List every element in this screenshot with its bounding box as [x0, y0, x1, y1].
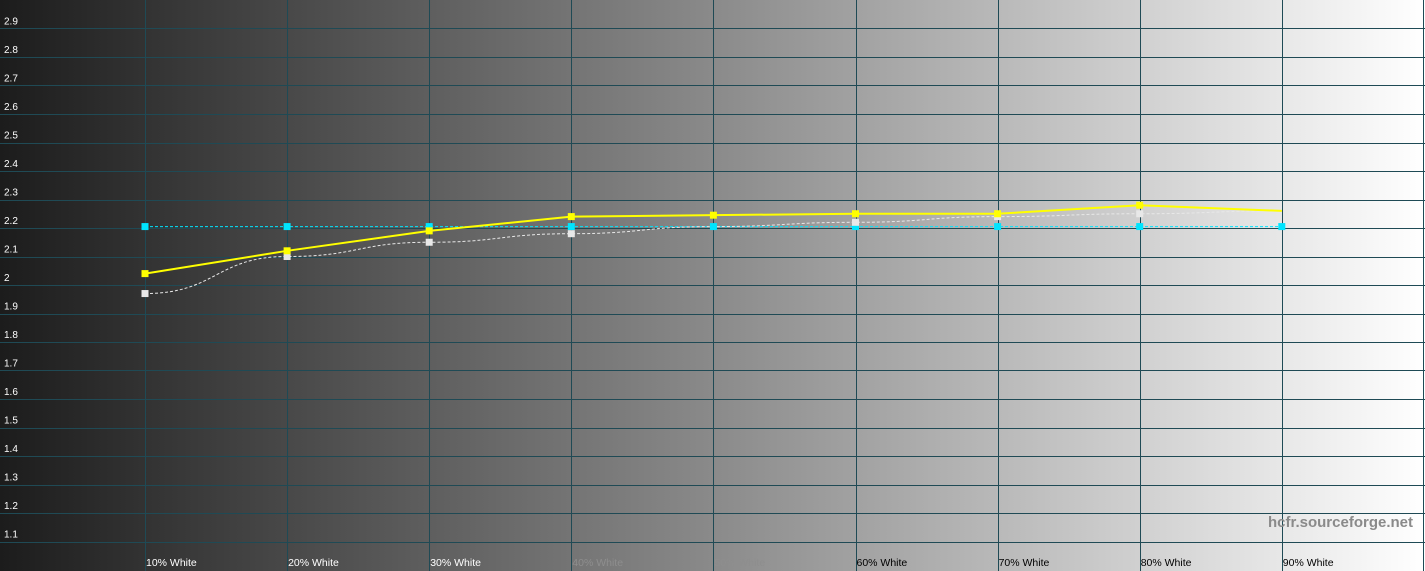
y-tick-label: 1.5 — [4, 416, 18, 427]
x-tick-label: 40% White — [572, 557, 623, 569]
y-tick-label: 2.9 — [4, 17, 18, 28]
y-tick-label: 1.1 — [4, 530, 18, 541]
data-point-marker — [141, 223, 149, 231]
y-tick-label: 1.9 — [4, 302, 18, 313]
data-point-marker — [852, 210, 859, 218]
data-point-marker — [141, 270, 149, 278]
grid-lines — [0, 0, 1425, 571]
y-tick-label: 1.2 — [4, 501, 18, 512]
y-tick-label: 2 — [4, 273, 10, 284]
y-tick-label: 2.7 — [4, 74, 18, 85]
y-tick-label: 1.3 — [4, 473, 18, 484]
watermark-text: hcfr.sourceforge.net — [1268, 514, 1413, 531]
y-tick-label: 2.8 — [4, 45, 18, 56]
y-tick-label: 2.2 — [4, 216, 18, 227]
x-tick-label: 70% White — [999, 557, 1050, 569]
data-point-marker — [709, 223, 717, 231]
x-tick-label: 60% White — [857, 557, 908, 569]
x-tick-label: 20% White — [288, 557, 339, 569]
y-tick-label: 1.4 — [4, 444, 18, 455]
x-tick-label: 50% White — [714, 557, 765, 569]
data-point-marker — [1278, 223, 1286, 231]
chart-canvas: 1.1 1.2 1.3 1.4 1.5 1.6 1.7 1.8 1.9 2 2.1 2.2 2.3 2.4… — [0, 0, 1425, 571]
data-point-marker — [283, 247, 291, 255]
data-point-marker — [994, 223, 1002, 231]
data-point-marker — [567, 223, 575, 231]
y-tick-label: 2.5 — [4, 131, 18, 142]
x-tick-label: 30% White — [430, 557, 481, 569]
y-tick-label: 2.1 — [4, 245, 18, 256]
x-axis-ticks: 10% White 20% White 30% White 40% White 50% … — [146, 557, 1334, 569]
data-point-marker — [709, 211, 717, 219]
y-tick-label: 1.6 — [4, 387, 18, 398]
data-point-marker — [425, 238, 433, 246]
data-point-marker — [283, 223, 291, 231]
y-tick-label: 2.3 — [4, 188, 18, 199]
data-point-marker — [1136, 210, 1144, 218]
y-tick-label: 1.8 — [4, 330, 18, 341]
data-point-marker — [1136, 201, 1144, 209]
x-tick-label: 90% White — [1283, 557, 1334, 569]
data-point-marker — [1136, 223, 1144, 231]
data-point-marker — [852, 218, 859, 226]
gamma-chart: 1.1 1.2 1.3 1.4 1.5 1.6 1.7 1.8 1.9 2 2.1 2.2 2.3 2.4… — [0, 0, 1425, 571]
x-tick-label: 10% White — [146, 557, 197, 569]
data-point-marker — [567, 213, 575, 221]
y-tick-label: 1.7 — [4, 359, 18, 370]
data-point-marker — [567, 230, 575, 238]
data-point-marker — [425, 227, 433, 235]
y-tick-label: 2.6 — [4, 102, 18, 113]
data-point-marker — [994, 210, 1002, 218]
x-tick-label: 80% White — [1141, 557, 1192, 569]
y-tick-label: 2.4 — [4, 159, 18, 170]
data-point-marker — [141, 290, 149, 298]
